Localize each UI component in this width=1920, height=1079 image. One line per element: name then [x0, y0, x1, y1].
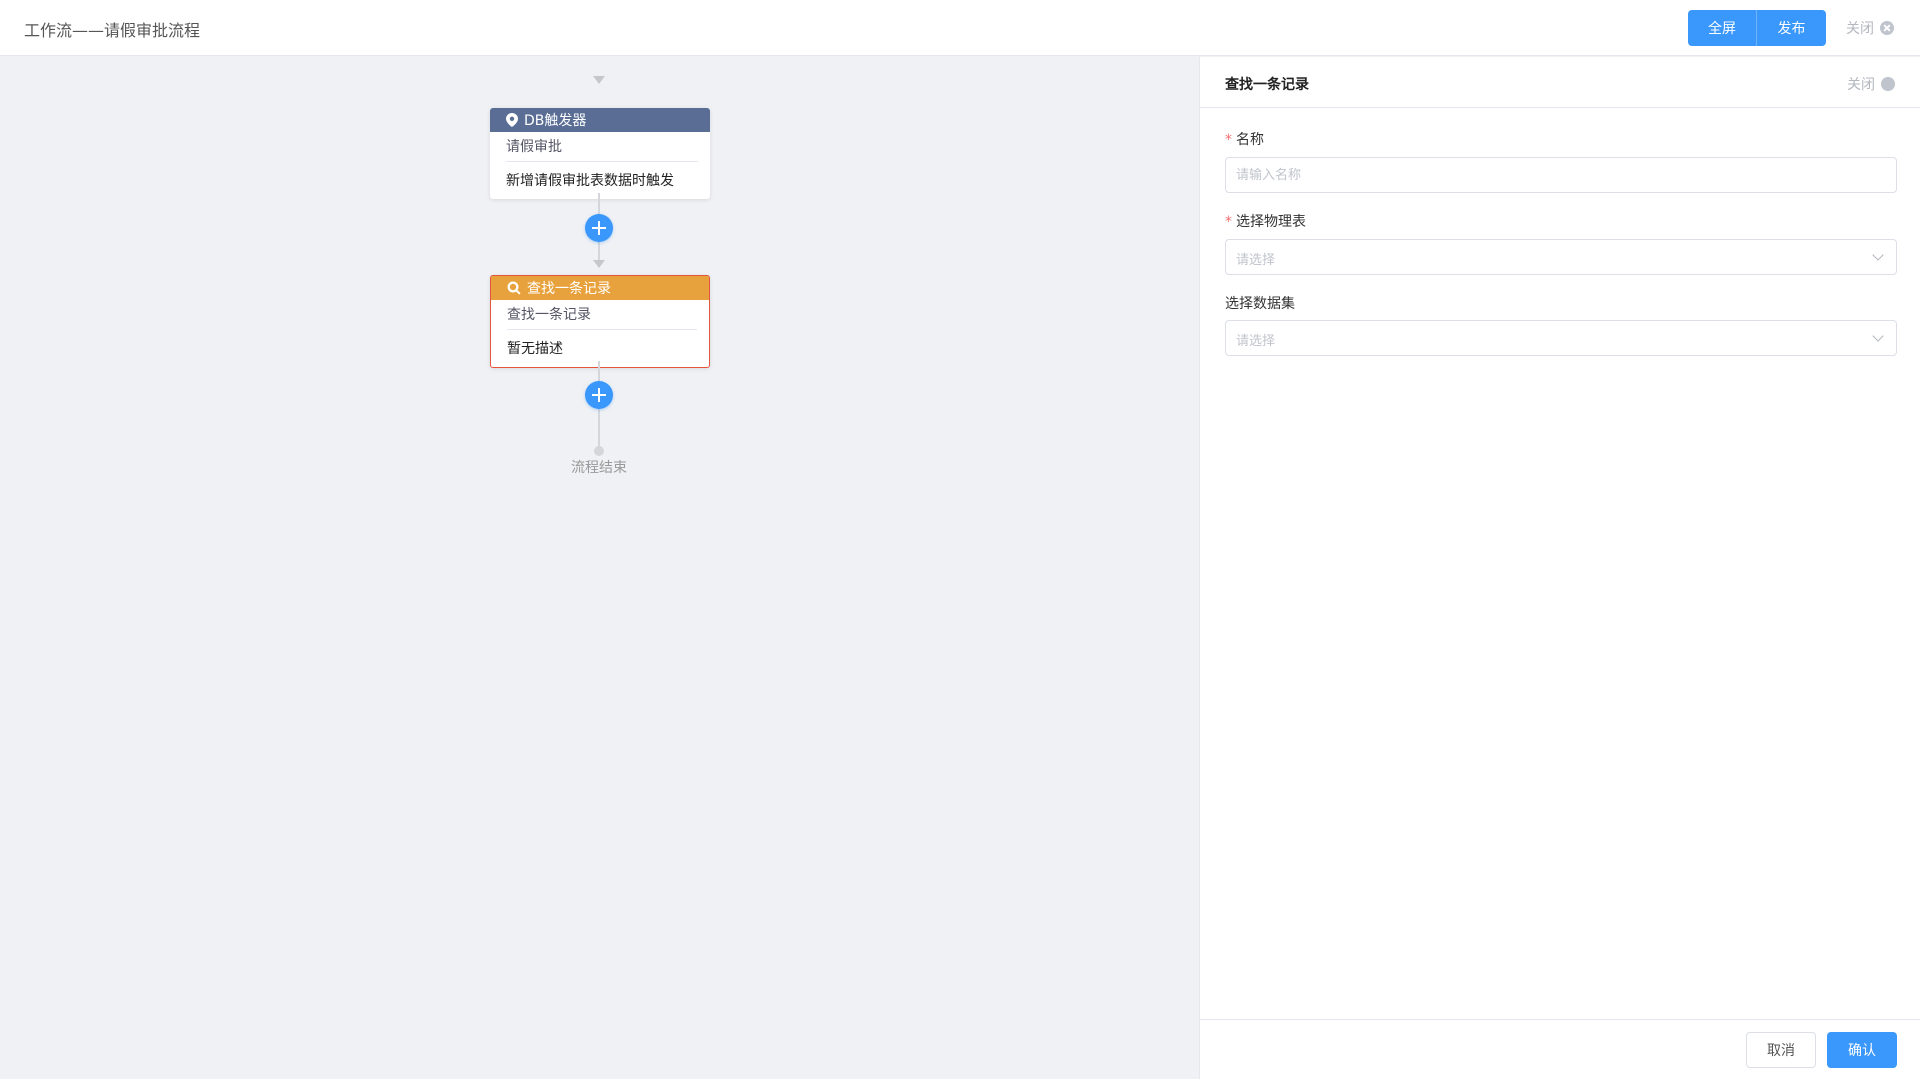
- close-label: 关闭: [1846, 21, 1874, 37]
- table-field-label: * 选择物理表: [1225, 211, 1306, 231]
- dataset-select[interactable]: 请选择: [1225, 320, 1897, 356]
- query-node-description: 暂无描述: [507, 341, 563, 357]
- top-bar: 工作流——请假审批流程 全屏 发布 关闭: [0, 0, 1920, 56]
- end-dot: [594, 446, 604, 456]
- page-title: 工作流——请假审批流程: [24, 21, 201, 40]
- query-node-header: 查找一条记录: [491, 276, 709, 300]
- chevron-down-icon: [1872, 330, 1884, 342]
- confirm-button[interactable]: 确认: [1827, 1032, 1897, 1068]
- query-node-name: 查找一条记录: [507, 300, 697, 330]
- select-placeholder: 请选择: [1236, 253, 1276, 268]
- physical-table-select[interactable]: 请选择: [1225, 239, 1897, 275]
- trigger-node-type: DB触发器: [524, 113, 587, 129]
- header-button-group: 全屏 发布: [1688, 10, 1826, 46]
- dataset-label-text: 选择数据集: [1225, 296, 1295, 312]
- select-placeholder: 请选择: [1236, 334, 1276, 349]
- fullscreen-button[interactable]: 全屏: [1688, 10, 1757, 46]
- chevron-down-icon: [1872, 249, 1884, 261]
- cancel-button[interactable]: 取消: [1746, 1032, 1816, 1068]
- panel-close-label: 关闭: [1847, 77, 1875, 93]
- required-mark: *: [1225, 214, 1232, 230]
- search-icon: [507, 281, 521, 295]
- publish-button[interactable]: 发布: [1757, 10, 1826, 46]
- trigger-node-header: DB触发器: [490, 108, 710, 132]
- trigger-node-description: 新增请假审批表数据时触发: [506, 173, 674, 189]
- required-mark: *: [1225, 132, 1232, 148]
- panel-header: 查找一条记录 关闭: [1200, 57, 1920, 108]
- close-circle-icon: [1881, 77, 1895, 91]
- name-label-text: 名称: [1236, 132, 1264, 148]
- connector-arrow-icon: [593, 260, 605, 268]
- end-label: 流程结束: [571, 460, 627, 476]
- panel-title: 查找一条记录: [1225, 77, 1309, 93]
- node-config-panel: 查找一条记录 关闭 *名称 *选择物理表 请选择 选择数据集 请选择 取消 确认: [1199, 57, 1920, 1079]
- query-node[interactable]: 查找一条记录 查找一条记录 暂无描述: [490, 275, 710, 368]
- panel-footer: 取消 确认: [1200, 1019, 1920, 1079]
- location-pin-icon: [506, 113, 518, 127]
- close-button[interactable]: 关闭: [1846, 18, 1894, 38]
- name-field-label: * 名称: [1225, 129, 1264, 149]
- entry-arrow-icon: [593, 76, 605, 84]
- add-node-button[interactable]: [585, 214, 613, 242]
- dataset-field-label: 选择数据集: [1225, 293, 1295, 313]
- close-circle-icon: [1880, 21, 1894, 35]
- query-node-type: 查找一条记录: [527, 281, 611, 297]
- name-input[interactable]: [1225, 157, 1897, 193]
- panel-close-button[interactable]: 关闭: [1847, 74, 1895, 94]
- trigger-node-name: 请假审批: [506, 132, 698, 162]
- table-label-text: 选择物理表: [1236, 214, 1306, 230]
- trigger-node[interactable]: DB触发器 请假审批 新增请假审批表数据时触发: [490, 108, 710, 199]
- flow-canvas[interactable]: DB触发器 请假审批 新增请假审批表数据时触发 查找一条记录 查找一条记录 暂无…: [0, 57, 1199, 1079]
- add-node-button[interactable]: [585, 381, 613, 409]
